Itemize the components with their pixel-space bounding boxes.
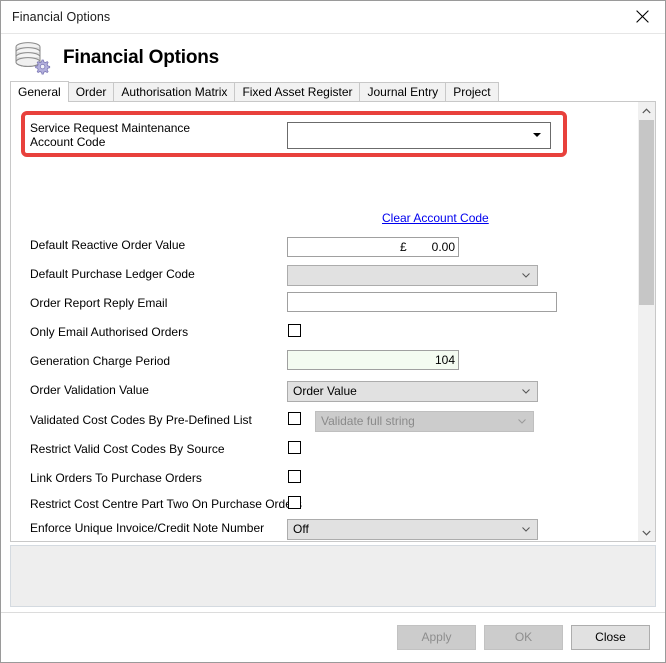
page-title: Financial Options bbox=[63, 46, 220, 68]
label-default-reactive-order-value: Default Reactive Order Value bbox=[30, 237, 186, 252]
label-link-orders-to-purchase-orders: Link Orders To Purchase Orders bbox=[30, 470, 202, 485]
tab-fixed-asset-register[interactable]: Fixed Asset Register bbox=[234, 82, 361, 102]
tab-bar: General Order Authorisation Matrix Fixed… bbox=[1, 81, 665, 102]
label-order-validation-value: Order Validation Value bbox=[30, 382, 149, 397]
enforce-unique-invoice-dropdown[interactable]: Off bbox=[287, 519, 538, 540]
ok-button[interactable]: OK bbox=[484, 625, 563, 650]
tab-order[interactable]: Order bbox=[67, 82, 115, 102]
chevron-down-icon bbox=[522, 526, 530, 532]
tab-project[interactable]: Project bbox=[445, 82, 499, 102]
generation-charge-period-input[interactable]: 104 bbox=[287, 350, 459, 370]
dialog-button-bar: Apply OK Close bbox=[1, 612, 665, 662]
default-purchase-ledger-code-dropdown[interactable] bbox=[287, 265, 538, 286]
row-restrict-valid-cost-codes-by-source: Restrict Valid Cost Codes By Source bbox=[11, 436, 637, 461]
tab-journal-entry[interactable]: Journal Entry bbox=[359, 82, 447, 102]
row-order-validation-value: Order Validation Value Order Value bbox=[11, 377, 637, 402]
coins-gear-icon bbox=[11, 38, 51, 78]
enforce-unique-invoice-value: Off bbox=[293, 522, 309, 536]
label-enforce-unique-invoice: Enforce Unique Invoice/Credit Note Numbe… bbox=[30, 520, 265, 535]
tab-general[interactable]: General bbox=[10, 81, 69, 102]
apply-button[interactable]: Apply bbox=[397, 625, 476, 650]
row-restrict-cost-centre-part-two: Restrict Cost Centre Part Two On Purchas… bbox=[11, 491, 637, 516]
row-default-reactive-order-value: Default Reactive Order Value £ 0.00 bbox=[11, 232, 637, 257]
clear-account-code-link[interactable]: Clear Account Code bbox=[382, 211, 489, 225]
label-generation-charge-period: Generation Charge Period bbox=[30, 353, 171, 368]
label-service-request-account-code: Service Request Maintenance Account Code bbox=[30, 121, 191, 149]
scroll-up-icon[interactable] bbox=[638, 102, 655, 119]
settings-content: Service Request Maintenance Account Code… bbox=[11, 102, 637, 541]
currency-symbol: £ bbox=[400, 239, 407, 254]
financial-options-dialog: Financial Options Financial Options Gene… bbox=[0, 0, 666, 663]
scrollbar-thumb[interactable] bbox=[639, 120, 654, 305]
row-enforce-unique-invoice: Enforce Unique Invoice/Credit Note Numbe… bbox=[11, 515, 637, 540]
row-order-report-reply-email: Order Report Reply Email bbox=[11, 290, 637, 315]
restrict-valid-cost-codes-by-source-checkbox[interactable] bbox=[288, 441, 301, 454]
chevron-down-icon bbox=[522, 272, 530, 278]
default-reactive-order-value: 0.00 bbox=[431, 239, 455, 254]
label-default-purchase-ledger-code: Default Purchase Ledger Code bbox=[30, 266, 195, 281]
row-link-orders-to-purchase-orders: Link Orders To Purchase Orders bbox=[11, 465, 637, 490]
service-request-account-code-combobox[interactable] bbox=[287, 121, 551, 149]
label-validated-cost-codes: Validated Cost Codes By Pre-Defined List bbox=[30, 412, 252, 427]
order-validation-value: Order Value bbox=[293, 384, 357, 398]
page-header: Financial Options bbox=[1, 34, 665, 81]
row-generation-charge-period: Generation Charge Period 104 bbox=[11, 348, 637, 373]
settings-scroll-pane: Service Request Maintenance Account Code… bbox=[10, 102, 656, 542]
order-report-reply-email-input[interactable] bbox=[287, 292, 557, 312]
row-default-purchase-ledger-code: Default Purchase Ledger Code bbox=[11, 261, 637, 286]
lower-panel bbox=[10, 545, 656, 607]
label-restrict-cost-centre-part-two: Restrict Cost Centre Part Two On Purchas… bbox=[30, 496, 302, 511]
only-email-authorised-orders-checkbox[interactable] bbox=[288, 324, 301, 337]
validated-cost-codes-dropdown: Validate full string bbox=[315, 411, 534, 432]
chevron-down-icon bbox=[522, 388, 530, 394]
row-service-request-account-code: Service Request Maintenance Account Code bbox=[11, 119, 637, 151]
window-title: Financial Options bbox=[12, 10, 111, 24]
vertical-scrollbar[interactable] bbox=[637, 102, 655, 541]
row-validated-cost-codes: Validated Cost Codes By Pre-Defined List… bbox=[11, 407, 637, 432]
restrict-cost-centre-part-two-checkbox[interactable] bbox=[288, 496, 301, 509]
label-restrict-valid-cost-codes-by-source: Restrict Valid Cost Codes By Source bbox=[30, 441, 225, 456]
row-only-email-authorised-orders: Only Email Authorised Orders bbox=[11, 319, 637, 344]
link-orders-to-purchase-orders-checkbox[interactable] bbox=[288, 470, 301, 483]
label-order-report-reply-email: Order Report Reply Email bbox=[30, 295, 168, 310]
tab-authorisation-matrix[interactable]: Authorisation Matrix bbox=[113, 82, 236, 102]
scroll-down-icon[interactable] bbox=[638, 524, 655, 541]
close-icon[interactable] bbox=[619, 1, 665, 32]
close-button[interactable]: Close bbox=[571, 625, 650, 650]
label-only-email-authorised-orders: Only Email Authorised Orders bbox=[30, 324, 189, 339]
validated-cost-codes-checkbox[interactable] bbox=[288, 412, 301, 425]
generation-charge-period-value: 104 bbox=[434, 353, 455, 367]
chevron-down-icon bbox=[533, 133, 541, 137]
default-reactive-order-value-input[interactable]: £ 0.00 bbox=[287, 236, 459, 257]
validated-cost-codes-dropdown-value: Validate full string bbox=[321, 414, 415, 428]
chevron-down-icon bbox=[518, 418, 526, 424]
title-bar: Financial Options bbox=[1, 1, 665, 34]
order-validation-value-dropdown[interactable]: Order Value bbox=[287, 381, 538, 402]
